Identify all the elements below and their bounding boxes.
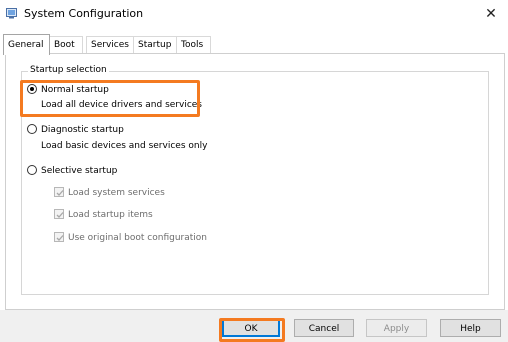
apply-button[interactable]: Apply xyxy=(366,319,427,337)
selective-startup-label[interactable]: Selective startup xyxy=(41,164,117,178)
checkbox-checked-icon[interactable] xyxy=(54,232,64,242)
diagnostic-startup-description: Load basic devices and services only xyxy=(41,141,208,151)
title-bar: System Configuration ✕ xyxy=(0,0,508,30)
window-title: System Configuration xyxy=(24,7,144,20)
use-original-boot-config-label: Use original boot configuration xyxy=(68,233,207,243)
startup-selection-legend: Startup selection xyxy=(28,65,109,75)
tab-startup[interactable]: Startup xyxy=(133,36,177,54)
tab-services[interactable]: Services xyxy=(86,36,134,54)
cancel-button[interactable]: Cancel xyxy=(294,319,354,337)
checkbox-checked-icon[interactable] xyxy=(54,209,64,219)
close-icon[interactable]: ✕ xyxy=(474,0,508,28)
checkbox-checked-icon[interactable] xyxy=(54,187,64,197)
ok-button-highlight xyxy=(219,318,285,342)
radio-unselected-icon[interactable] xyxy=(27,165,37,175)
tab-boot[interactable]: Boot xyxy=(49,36,83,54)
tab-general[interactable]: General xyxy=(3,34,50,55)
tab-tools[interactable]: Tools xyxy=(176,36,211,54)
system-config-icon xyxy=(6,8,17,19)
radio-unselected-icon[interactable] xyxy=(27,124,37,134)
load-system-services-label: Load system services xyxy=(68,188,165,198)
normal-startup-highlight xyxy=(20,80,200,117)
help-button[interactable]: Help xyxy=(440,319,501,337)
diagnostic-startup-label[interactable]: Diagnostic startup xyxy=(41,123,124,137)
load-startup-items-label: Load startup items xyxy=(68,210,153,220)
